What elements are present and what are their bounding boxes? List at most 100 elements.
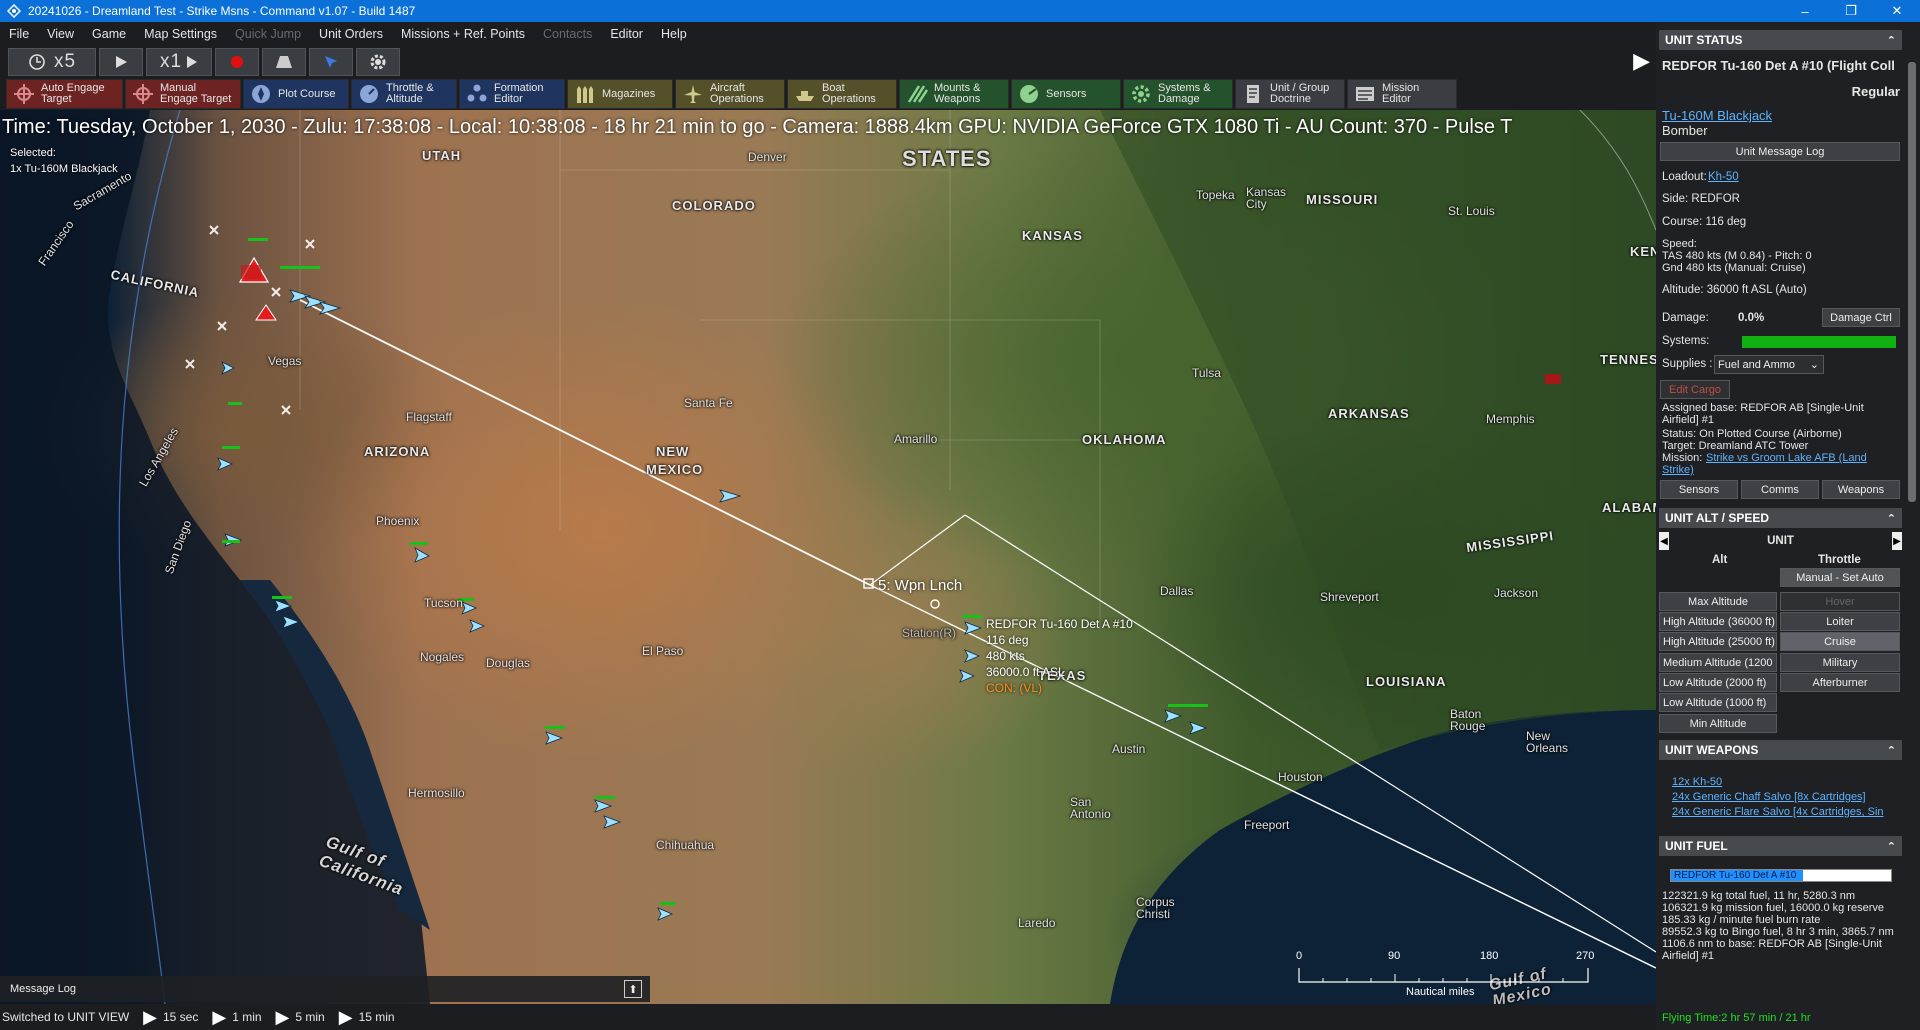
menu-map-settings[interactable]: Map Settings: [135, 27, 226, 41]
weapon-item-kh50[interactable]: 12x Kh-50: [1672, 776, 1722, 788]
boat-operations-button[interactable]: Boat Operations: [787, 79, 897, 109]
collapse-icon[interactable]: ⌃: [1887, 34, 1896, 47]
plot-course-button[interactable]: Plot Course: [243, 79, 349, 109]
collapse-icon[interactable]: ⌃: [1887, 512, 1896, 525]
sensors-button[interactable]: Sensors: [1011, 79, 1121, 109]
record-button[interactable]: [215, 48, 259, 76]
chevron-right-icon[interactable]: ▶: [1892, 532, 1902, 550]
unit-weapons-header[interactable]: UNIT WEAPONS ⌃: [1659, 740, 1902, 760]
time-compression-button[interactable]: x5: [8, 48, 96, 76]
menu-game[interactable]: Game: [83, 27, 135, 41]
damage-control-button[interactable]: Damage Ctrl: [1822, 308, 1900, 327]
manual-set-auto-button[interactable]: Manual - Set Auto: [1780, 568, 1900, 587]
collapse-icon[interactable]: ⌃: [1887, 840, 1896, 853]
auto-engage-button[interactable]: Auto Engage Target: [6, 79, 123, 109]
throttle-cruise-button[interactable]: Cruise: [1780, 632, 1900, 651]
tactical-map[interactable]: Station(R): [0, 110, 1656, 1004]
alt-medium-button[interactable]: Medium Altitude (1200: [1659, 653, 1777, 672]
timestep-1-min[interactable]: ▶ 1 min: [212, 1007, 261, 1028]
mounts-weapons-button[interactable]: Mounts & Weapons: [899, 79, 1009, 109]
unit-target: Target: Dreamland ATC Tower: [1662, 440, 1809, 452]
unit-course: Course: 116 deg: [1662, 216, 1747, 228]
city-label-baton-rouge: Baton Rouge: [1450, 707, 1486, 733]
throttle-hover-button[interactable]: Hover: [1780, 592, 1900, 611]
panel-scrollbar[interactable]: [1908, 62, 1916, 502]
record-icon: [231, 56, 243, 68]
formation-editor-button[interactable]: Formation Editor: [459, 79, 565, 109]
alt-speed-header[interactable]: UNIT ALT / SPEED ⌃: [1659, 508, 1902, 528]
mission-link[interactable]: Strike vs Groom Lake AFB (Land Strike): [1662, 452, 1898, 476]
alt-high-25000-button[interactable]: High Altitude (25000 ft): [1659, 632, 1777, 651]
throttle-loiter-button[interactable]: Loiter: [1780, 612, 1900, 631]
tab-comms[interactable]: Comms: [1741, 480, 1819, 499]
alt-min-button[interactable]: Min Altitude: [1659, 714, 1777, 733]
unit-side: Side: REDFOR: [1662, 193, 1740, 205]
menu-contacts[interactable]: Contacts: [534, 27, 601, 41]
systems-damage-button[interactable]: Systems & Damage: [1123, 79, 1233, 109]
menu-missions[interactable]: Missions + Ref. Points: [392, 27, 534, 41]
weapon-item-chaff[interactable]: 24x Generic Chaff Salvo [8x Cartridges]: [1672, 791, 1866, 803]
alt-max-button[interactable]: Max Altitude: [1659, 592, 1777, 611]
magazine-icon: [572, 82, 598, 106]
pause-button[interactable]: [262, 48, 306, 76]
region-label-mexico: MEXICO: [646, 462, 704, 477]
alt-high-36000-button[interactable]: High Altitude (36000 ft): [1659, 612, 1777, 631]
timestep-15-sec[interactable]: ▶ 15 sec: [143, 1007, 198, 1028]
throttle-altitude-button[interactable]: Throttle & Altitude: [351, 79, 457, 109]
jump-button[interactable]: [309, 48, 353, 76]
unit-fuel-header[interactable]: UNIT FUEL ⌃: [1659, 836, 1902, 856]
city-label-houston: Houston: [1278, 770, 1323, 784]
play-step-icon: ▶: [212, 1006, 227, 1027]
maximize-button[interactable]: ❐: [1828, 0, 1874, 22]
alt-low-1000-button[interactable]: Low Altitude (1000 ft): [1659, 693, 1777, 712]
throttle-afterburner-button[interactable]: Afterburner: [1780, 673, 1900, 692]
menu-help[interactable]: Help: [652, 27, 696, 41]
close-button[interactable]: ✕: [1874, 0, 1920, 22]
throttle-military-button[interactable]: Military: [1780, 653, 1900, 672]
magazines-button[interactable]: Magazines: [567, 79, 673, 109]
unit-doctrine-button[interactable]: Unit / Group Doctrine: [1235, 79, 1345, 109]
selected-unit-info[interactable]: REDFOR Tu-160 Det A #10 116 deg 480 kts …: [986, 616, 1133, 696]
aircraft-operations-button[interactable]: Aircraft Operations: [675, 79, 785, 109]
fuel-bar-label: REDFOR Tu-160 Det A #10: [1674, 870, 1797, 881]
manual-engage-button[interactable]: Manual Engage Target: [125, 79, 241, 109]
tab-sensors[interactable]: Sensors: [1660, 480, 1738, 499]
timestep-15-min[interactable]: ▶ 15 min: [339, 1007, 395, 1028]
message-log[interactable]: Message Log ⬆: [0, 976, 650, 1002]
alt-low-2000-button[interactable]: Low Altitude (2000 ft): [1659, 673, 1777, 692]
tab-weapons[interactable]: Weapons: [1822, 480, 1900, 499]
settings-button[interactable]: [356, 48, 400, 76]
compass-icon: [248, 82, 274, 106]
unit-message-log-button[interactable]: Unit Message Log: [1660, 142, 1900, 161]
play-button[interactable]: [99, 48, 143, 76]
supplies-dropdown[interactable]: Fuel and Ammo ⌄: [1714, 355, 1824, 374]
play-icon: [116, 56, 127, 68]
unit-class-link[interactable]: Tu-160M Blackjack: [1662, 108, 1772, 123]
systems-bar-track: [1742, 336, 1896, 348]
mission-editor-button[interactable]: Mission Editor: [1347, 79, 1457, 109]
speed-button[interactable]: x1: [146, 48, 212, 76]
city-label-laredo: Laredo: [1018, 916, 1056, 930]
timestep-5-min[interactable]: ▶ 5 min: [276, 1007, 325, 1028]
minimize-button[interactable]: –: [1782, 0, 1828, 22]
loadout-link[interactable]: Kh-50: [1708, 171, 1739, 183]
city-label-flagstaff: Flagstaff: [406, 410, 452, 424]
play-step-icon: ▶: [338, 1006, 353, 1027]
unit-status-text: Status: On Plotted Course (Airborne): [1662, 428, 1842, 440]
menu-editor[interactable]: Editor: [601, 27, 652, 41]
unit-status-header[interactable]: UNIT STATUS ⌃: [1659, 30, 1902, 50]
city-label-vegas: Vegas: [268, 354, 302, 368]
panel-collapse-arrow-icon[interactable]: ▶: [1633, 48, 1650, 74]
edit-cargo-button[interactable]: Edit Cargo: [1660, 380, 1730, 399]
city-label-dallas: Dallas: [1160, 584, 1194, 598]
message-log-expand-icon[interactable]: ⬆: [624, 980, 642, 998]
weapon-item-flare[interactable]: 24x Generic Flare Salvo [4x Cartridges, …: [1672, 806, 1900, 818]
city-label-san-antonio: San Antonio: [1070, 795, 1111, 821]
collapse-icon[interactable]: ⌃: [1887, 744, 1896, 757]
menu-unit-orders[interactable]: Unit Orders: [310, 27, 392, 41]
menu-quick-jump[interactable]: Quick Jump: [226, 27, 310, 41]
fuel-bar-track: REDFOR Tu-160 Det A #10: [1670, 869, 1892, 882]
unit-gnd-speed: Gnd 480 kts (Manual: Cruise): [1662, 262, 1806, 274]
menu-file[interactable]: File: [0, 27, 38, 41]
menu-view[interactable]: View: [38, 27, 83, 41]
